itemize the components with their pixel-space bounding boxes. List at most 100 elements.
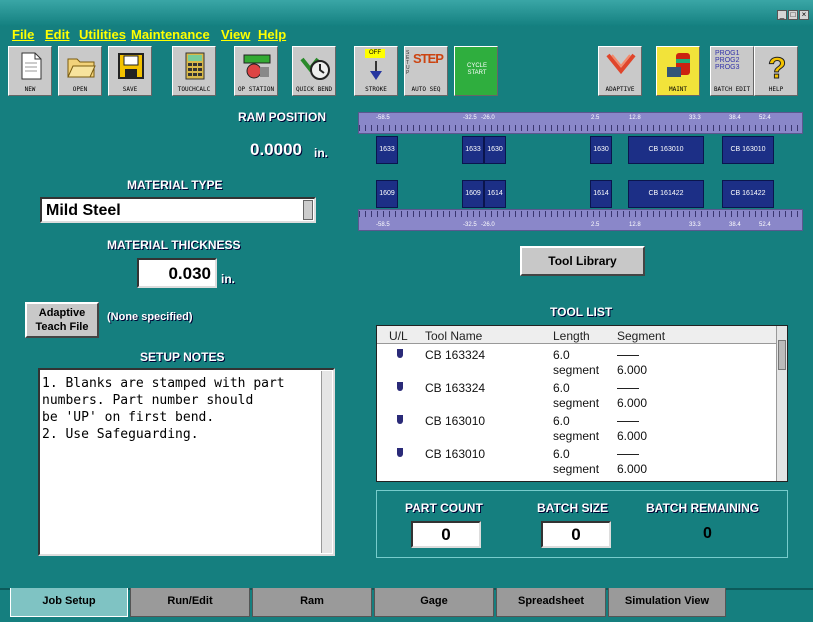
die-segment[interactable]: 1614 bbox=[484, 180, 506, 208]
tool-list-label: TOOL LIST bbox=[550, 305, 613, 319]
setup-text: SETUP bbox=[406, 50, 410, 76]
ram-position-value: 0.0000 bbox=[250, 140, 302, 159]
tick-label: -32.5 bbox=[463, 222, 477, 228]
scroll-thumb[interactable] bbox=[778, 340, 786, 370]
svg-text:?: ? bbox=[768, 52, 786, 81]
material-dropdown-arrow-icon[interactable] bbox=[303, 200, 313, 220]
tab-spreadsheet[interactable]: Spreadsheet bbox=[496, 588, 606, 617]
part-count-label: PART COUNT bbox=[405, 501, 483, 515]
open-label: OPEN bbox=[72, 86, 88, 93]
menu-view[interactable]: View bbox=[221, 27, 250, 42]
touchcalc-button[interactable]: TOUCHCALC bbox=[172, 46, 216, 96]
material-type-select[interactable]: Mild Steel bbox=[40, 197, 316, 223]
segment-label: segment bbox=[553, 363, 600, 377]
die-segment[interactable]: 1609 bbox=[376, 180, 398, 208]
tab-simulation-view[interactable]: Simulation View bbox=[608, 588, 726, 617]
punch-segment[interactable]: CB 163010 bbox=[628, 136, 704, 164]
punch-segment[interactable]: 1633 bbox=[376, 136, 398, 164]
menu-bar: File Edit Utilities Maintenance View Hel… bbox=[0, 26, 813, 44]
punch-icon bbox=[397, 415, 403, 424]
menu-help[interactable]: Help bbox=[258, 27, 286, 42]
batch-size-field[interactable]: 0 bbox=[541, 521, 611, 548]
prog1-text: PROG1 bbox=[715, 50, 740, 57]
ram-scale-bottom: -58.5 -32.5 -26.0 2.5 12.8 33.3 38.4 52.… bbox=[358, 209, 803, 231]
tool-name: CB 163010 bbox=[425, 414, 486, 428]
setup-notes-textarea[interactable]: 1. Blanks are stamped with part numbers.… bbox=[38, 368, 335, 556]
help-label: HELP bbox=[768, 86, 784, 93]
tab-job-setup[interactable]: Job Setup bbox=[10, 588, 128, 617]
tick-label: -32.5 bbox=[463, 115, 477, 121]
op-station-button[interactable]: OP STATION bbox=[234, 46, 278, 96]
batch-edit-label: BATCH EDIT bbox=[713, 86, 751, 93]
col-segment: Segment bbox=[617, 329, 666, 343]
punch-segment[interactable]: CB 163010 bbox=[722, 136, 774, 164]
die-segment[interactable]: 1614 bbox=[590, 180, 612, 208]
adaptive-button[interactable]: ADAPTIVE bbox=[598, 46, 642, 96]
minimize-button[interactable]: _ bbox=[777, 10, 787, 20]
cycle-start-button[interactable]: CYCLE START bbox=[454, 46, 498, 96]
ram-position-unit: in. bbox=[314, 146, 328, 160]
punch-segment[interactable]: 1630 bbox=[484, 136, 506, 164]
new-button[interactable]: NEW bbox=[8, 46, 52, 96]
tab-gage[interactable]: Gage bbox=[374, 588, 494, 617]
die-segment[interactable]: 1609 bbox=[462, 180, 484, 208]
quick-bend-button[interactable]: QUICK BEND bbox=[292, 46, 336, 96]
die-segment[interactable]: CB 161422 bbox=[722, 180, 774, 208]
stroke-off-indicator: OFF bbox=[365, 49, 385, 58]
tab-run-edit[interactable]: Run/Edit bbox=[130, 588, 250, 617]
tool-library-button[interactable]: Tool Library bbox=[520, 246, 645, 276]
tool-list-row[interactable]: CB 163010 6.0 segment 6.000 bbox=[377, 412, 777, 445]
tool-list-row[interactable]: CB 163324 6.0 segment 6.000 bbox=[377, 346, 777, 379]
menu-file[interactable]: File bbox=[12, 27, 34, 42]
note-line: numbers. Part number should bbox=[42, 393, 254, 408]
quick-bend-icon bbox=[300, 57, 330, 80]
help-button[interactable]: ? HELP bbox=[754, 46, 798, 96]
tab-ram[interactable]: Ram bbox=[252, 588, 372, 617]
tick-label: 2.5 bbox=[591, 222, 600, 228]
segment-dash bbox=[617, 355, 639, 356]
prog2-text: PROG2 bbox=[715, 57, 740, 64]
tool-list-scrollbar[interactable] bbox=[776, 326, 787, 481]
auto-seq-button[interactable]: SETUP STEP AUTO SEQ bbox=[404, 46, 448, 96]
maint-button[interactable]: MAINT bbox=[656, 46, 700, 96]
col-tool-name: Tool Name bbox=[425, 329, 483, 343]
menu-maintenance[interactable]: Maintenance bbox=[131, 27, 210, 42]
part-count-field[interactable]: 0 bbox=[411, 521, 481, 548]
calculator-icon bbox=[185, 52, 205, 80]
material-thickness-input[interactable]: 0.030 bbox=[137, 258, 217, 288]
save-button[interactable]: SAVE bbox=[108, 46, 152, 96]
tick-label: -58.5 bbox=[376, 115, 390, 121]
tick-label: -58.5 bbox=[376, 222, 390, 228]
maximize-button[interactable]: □ bbox=[788, 10, 798, 20]
tool-name: CB 163324 bbox=[425, 381, 486, 395]
open-button[interactable]: OPEN bbox=[58, 46, 102, 96]
ram-position-label: RAM POSITION bbox=[238, 110, 327, 124]
adaptive-teach-file-button[interactable]: Adaptive Teach File bbox=[25, 302, 99, 338]
menu-edit[interactable]: Edit bbox=[45, 27, 70, 42]
tick-label: 52.4 bbox=[759, 222, 771, 228]
batch-remaining-value: 0 bbox=[703, 525, 712, 542]
batch-edit-button[interactable]: PROG1 PROG2 PROG3 BATCH EDIT bbox=[710, 46, 754, 96]
ram-scale-top: -58.5 -32.5 -26.0 2.5 12.8 33.3 38.4 52.… bbox=[358, 112, 803, 134]
punch-segment[interactable]: 1633 bbox=[462, 136, 484, 164]
segment-dash bbox=[617, 454, 639, 455]
punch-segment[interactable]: 1630 bbox=[590, 136, 612, 164]
tool-length: 6.0 bbox=[553, 381, 570, 395]
tool-list-row[interactable]: CB 163324 6.0 segment 6.000 bbox=[377, 379, 777, 412]
die-segment[interactable]: CB 161422 bbox=[628, 180, 704, 208]
material-type-value: Mild Steel bbox=[46, 202, 121, 219]
stroke-icon bbox=[370, 61, 382, 80]
stroke-button[interactable]: OFF STROKE bbox=[354, 46, 398, 96]
menu-utilities[interactable]: Utilities bbox=[79, 27, 126, 42]
tool-length: 6.0 bbox=[553, 414, 570, 428]
tick-label: 12.8 bbox=[629, 115, 641, 121]
segment-value: 6.000 bbox=[617, 462, 648, 476]
notes-scrollbar[interactable] bbox=[321, 371, 332, 553]
tool-list-row[interactable]: CB 163010 6.0 segment 6.000 bbox=[377, 445, 777, 478]
setup-notes-label: SETUP NOTES bbox=[140, 350, 225, 364]
open-folder-icon bbox=[67, 58, 96, 78]
segment-value: 6.000 bbox=[617, 429, 648, 443]
batch-remaining-label: BATCH REMAINING bbox=[646, 501, 760, 515]
close-button[interactable]: × bbox=[799, 10, 809, 20]
tick-label: 52.4 bbox=[759, 115, 771, 121]
